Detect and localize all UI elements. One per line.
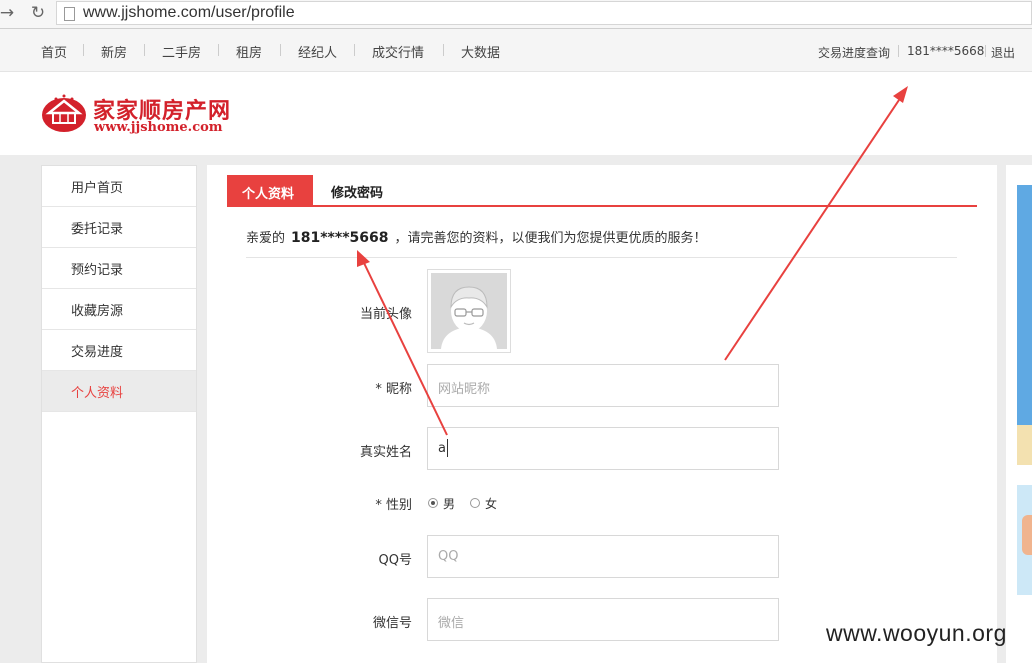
address-bar[interactable]: www.jjshome.com/user/profile bbox=[56, 1, 1032, 25]
nickname-input[interactable]: 网站昵称 bbox=[427, 364, 779, 407]
gender-male-label[interactable]: 男 bbox=[443, 495, 455, 512]
wechat-placeholder: 微信 bbox=[438, 616, 465, 631]
sidebar-item-label: 预约记录 bbox=[71, 263, 124, 278]
sidebar-item-appointments[interactable]: 预约记录 bbox=[42, 248, 196, 289]
nav-item-second-hand[interactable]: 二手房 bbox=[162, 42, 201, 61]
gender-female-radio[interactable] bbox=[470, 498, 480, 508]
url-text: www.jjshome.com/user/profile bbox=[83, 4, 295, 21]
qq-label: QQ号 bbox=[378, 553, 412, 568]
greeting-suffix: ，请完善您的资料，以便我们为您提供更优质的服务！ bbox=[394, 231, 707, 246]
realname-input[interactable]: a bbox=[427, 427, 779, 470]
nav-divider bbox=[144, 44, 145, 56]
sidebar-item-user-home[interactable]: 用户首页 bbox=[42, 166, 196, 207]
tab-label: 个人资料 bbox=[242, 187, 295, 202]
nickname-label: * 昵称 bbox=[375, 382, 412, 397]
realname-value: a bbox=[438, 441, 446, 456]
wechat-input[interactable]: 微信 bbox=[427, 598, 779, 641]
nav-divider bbox=[218, 44, 219, 56]
avatar-frame[interactable] bbox=[427, 269, 511, 353]
wechat-label: 微信号 bbox=[372, 616, 412, 631]
logo-house-icon[interactable] bbox=[41, 93, 87, 133]
progress-query-link[interactable]: 交易进度查询 bbox=[818, 44, 890, 61]
header-logo-band: 家家顺房产网 www.jjshome.com bbox=[0, 72, 1032, 155]
avatar bbox=[431, 273, 507, 349]
ad-banner[interactable] bbox=[1017, 185, 1032, 465]
profile-panel: 个人资料 修改密码 亲爱的 181****5668 ，请完善您的资料，以便我们为您提… bbox=[207, 165, 997, 663]
nav-divider bbox=[83, 44, 84, 56]
sidebar-item-label: 交易进度 bbox=[71, 345, 124, 360]
logout-link[interactable]: 退出 bbox=[991, 44, 1015, 61]
nav-divider bbox=[985, 45, 986, 57]
tab-change-password[interactable]: 修改密码 bbox=[331, 182, 383, 201]
ad-character-image bbox=[1022, 515, 1032, 555]
qq-placeholder: QQ bbox=[438, 549, 459, 564]
page-icon bbox=[64, 7, 75, 21]
text-caret bbox=[447, 439, 448, 457]
logo-english-domain[interactable]: www.jjshome.com bbox=[94, 120, 223, 135]
nickname-placeholder: 网站昵称 bbox=[438, 382, 491, 397]
section-divider bbox=[246, 257, 957, 258]
browser-toolbar: → ↻ www.jjshome.com/user/profile bbox=[0, 0, 1032, 29]
greeting-username: 181****5668 bbox=[291, 230, 389, 246]
sidebar-item-profile[interactable]: 个人资料 bbox=[42, 371, 196, 412]
sidebar-item-label: 个人资料 bbox=[71, 386, 124, 401]
sidebar-item-transaction-progress[interactable]: 交易进度 bbox=[42, 330, 196, 371]
nav-divider bbox=[443, 44, 444, 56]
reload-icon[interactable]: ↻ bbox=[27, 3, 49, 23]
gender-male-radio[interactable] bbox=[428, 498, 438, 508]
sidebar-item-label: 用户首页 bbox=[71, 181, 124, 196]
ad-banner-bottom bbox=[1017, 425, 1032, 465]
user-phone-link[interactable]: 181****5668 bbox=[907, 44, 984, 58]
realname-label: 真实姓名 bbox=[359, 445, 412, 460]
nav-divider bbox=[354, 44, 355, 56]
watermark-text: www.wooyun.org bbox=[826, 620, 1007, 646]
right-ad-strip bbox=[1006, 165, 1032, 663]
gender-female-label[interactable]: 女 bbox=[485, 495, 497, 512]
user-sidebar-menu: 用户首页 委托记录 预约记录 收藏房源 交易进度 个人资料 bbox=[41, 165, 197, 663]
nav-divider bbox=[280, 44, 281, 56]
sidebar-item-commission[interactable]: 委托记录 bbox=[42, 207, 196, 248]
back-arrow-icon[interactable]: → bbox=[0, 3, 18, 23]
greeting-prefix: 亲爱的 bbox=[246, 231, 286, 246]
gender-label: * 性别 bbox=[375, 498, 412, 513]
sidebar-item-favorites[interactable]: 收藏房源 bbox=[42, 289, 196, 330]
top-navigation: 首页 新房 二手房 租房 经纪人 成交行情 大数据 交易进度查询 181****… bbox=[0, 29, 1032, 72]
sidebar-item-label: 委托记录 bbox=[71, 222, 124, 237]
nav-item-deals[interactable]: 成交行情 bbox=[372, 42, 424, 61]
nav-item-rent[interactable]: 租房 bbox=[236, 42, 262, 61]
qq-input[interactable]: QQ bbox=[427, 535, 779, 578]
nav-item-agent[interactable]: 经纪人 bbox=[298, 42, 337, 61]
nav-divider bbox=[898, 45, 899, 57]
nav-item-new-house[interactable]: 新房 bbox=[101, 42, 127, 61]
greeting-message: 亲爱的 181****5668 ，请完善您的资料，以便我们为您提供更优质的服务！ bbox=[246, 227, 707, 246]
tab-profile[interactable]: 个人资料 bbox=[227, 175, 313, 207]
sidebar-item-label: 收藏房源 bbox=[71, 304, 124, 319]
avatar-label: 当前头像 bbox=[359, 307, 412, 322]
default-avatar-icon bbox=[431, 273, 507, 349]
tab-underline bbox=[227, 205, 977, 207]
nav-item-big-data[interactable]: 大数据 bbox=[461, 42, 500, 61]
nav-item-home[interactable]: 首页 bbox=[41, 42, 67, 61]
